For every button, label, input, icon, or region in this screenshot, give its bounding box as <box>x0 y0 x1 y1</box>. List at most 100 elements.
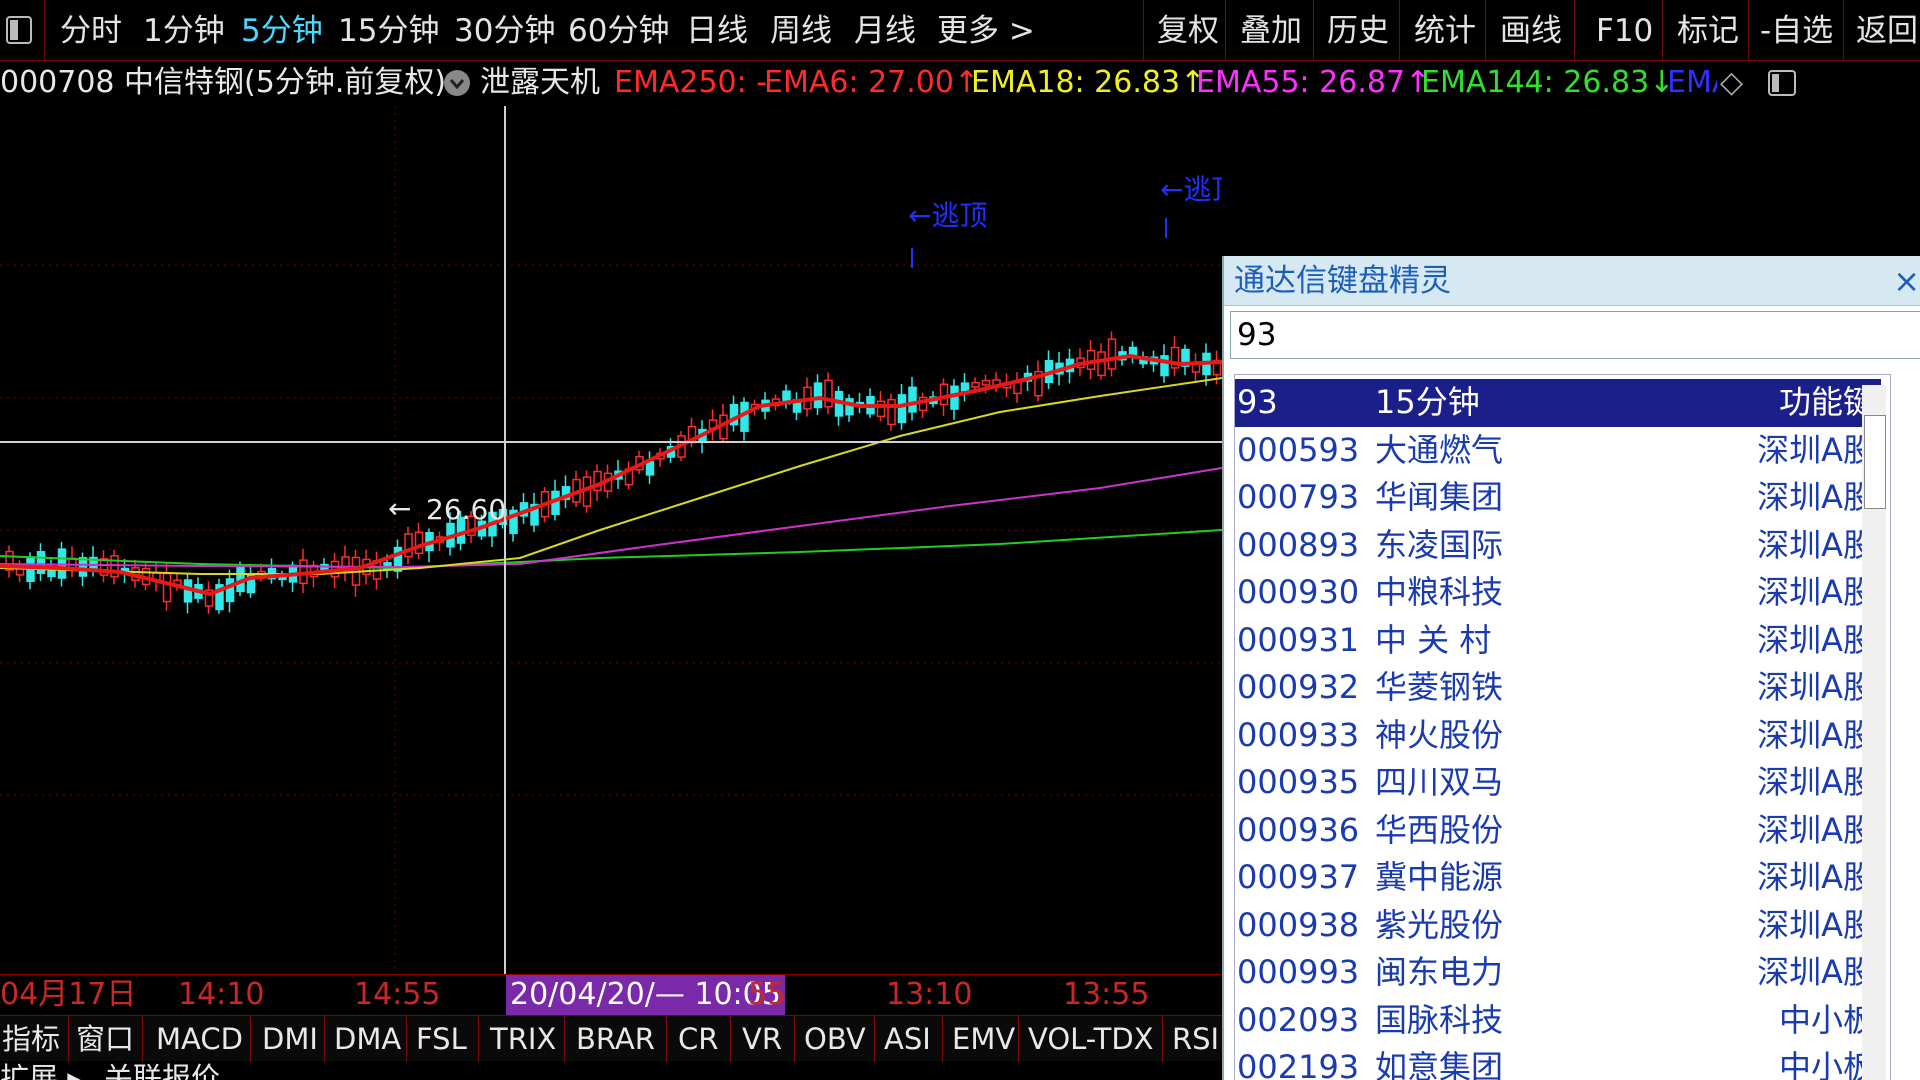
tab-cr[interactable]: CR <box>678 1016 718 1062</box>
close-icon[interactable]: × <box>1893 256 1920 306</box>
result-name: 四川双马 <box>1375 763 1504 801</box>
f10-button[interactable]: F10 <box>1596 0 1653 61</box>
result-name: 华菱钢铁 <box>1375 668 1504 706</box>
result-row[interactable]: 000936 华西股份 深圳A股 <box>1235 807 1881 855</box>
tab-macd[interactable]: MACD <box>156 1016 243 1062</box>
tab-dma[interactable]: DMA <box>334 1016 401 1062</box>
candle-body-84 <box>887 398 896 426</box>
candle-body-22 <box>236 565 245 593</box>
tab-brar[interactable]: BRAR <box>576 1016 655 1062</box>
result-code: 000937 <box>1237 858 1360 896</box>
layout-toggle-icon[interactable] <box>4 0 34 61</box>
low-price-arrow: ← <box>388 492 411 525</box>
tab-indicator[interactable]: 指标 <box>2 1016 60 1062</box>
candle-body-92 <box>971 382 980 388</box>
result-row[interactable]: 000932 华菱钢铁 深圳A股 <box>1235 664 1881 712</box>
tab-vol-tdx[interactable]: VOL-TDX <box>1028 1016 1154 1062</box>
result-type: 中小板 <box>1778 1048 1875 1080</box>
result-code: 000793 <box>1237 478 1360 516</box>
kline-svg[interactable]: ~ 28.41 ← 26.60 ←逃顶 ←逃顶 <box>0 106 1809 974</box>
tab-period-7[interactable]: 周线 <box>770 0 832 61</box>
crosshair-time-label: 20/04/20/— 10:05 <box>506 975 785 1015</box>
result-name: 紫光股份 <box>1375 905 1504 944</box>
tab-period-5[interactable]: 60分钟 <box>568 0 669 61</box>
result-row[interactable]: 000937 冀中能源 深圳A股 <box>1235 854 1881 902</box>
tab-period-4[interactable]: 30分钟 <box>454 0 555 61</box>
result-row[interactable]: 000931 中 关 村 深圳A股 <box>1235 617 1881 665</box>
back-button[interactable]: 返回 <box>1856 0 1918 61</box>
result-row[interactable]: 000593 大通燃气 深圳A股 <box>1235 427 1881 475</box>
diamond-icon[interactable]: ◇ <box>1720 62 1743 104</box>
top-escape-annotation-2: ←逃顶 <box>1160 173 1222 206</box>
favorites-button[interactable]: -自选 <box>1760 0 1833 61</box>
result-name: 15分钟 <box>1375 383 1480 421</box>
result-row[interactable]: 000930 中粮科技 深圳A股 <box>1235 569 1881 617</box>
tab-trix[interactable]: TRIX <box>490 1016 556 1062</box>
more-periods-button[interactable]: 更多 > <box>937 0 1035 61</box>
overlay-button[interactable]: 叠加 <box>1240 0 1302 61</box>
scrollbar-thumb[interactable] <box>1864 415 1886 509</box>
tab-window[interactable]: 窗口 <box>76 1016 134 1062</box>
tab-dmi[interactable]: DMI <box>262 1016 318 1062</box>
candle-body-80 <box>845 398 854 416</box>
result-name: 华闻集团 <box>1375 478 1504 516</box>
candle-body-78 <box>824 379 833 408</box>
result-row[interactable]: 000893 东凌国际 深圳A股 <box>1235 522 1881 570</box>
candle-body-15 <box>162 572 172 603</box>
axis-label-1: 14:10 <box>178 977 265 1012</box>
candle-body-77 <box>813 382 823 409</box>
tab-period-8[interactable]: 月线 <box>854 0 916 61</box>
bottom-bar: 扩展 ▸ 关联报价 <box>0 1061 1222 1080</box>
kline-chart[interactable]: ~ 28.41 ← 26.60 ←逃顶 ←逃顶 <box>0 106 1809 974</box>
result-row[interactable]: 000793 华闻集团 深圳A股 <box>1235 474 1881 522</box>
low-price-label: 26.60 <box>426 493 506 526</box>
tab-period-6[interactable]: 日线 <box>686 0 748 61</box>
result-row-selected[interactable]: 93 15分钟 功能键 <box>1235 379 1881 427</box>
tab-period-1[interactable]: 1分钟 <box>143 0 225 61</box>
ema144-value: EMA144: 26.83↓ <box>1421 65 1675 100</box>
tab-obv[interactable]: OBV <box>804 1016 866 1062</box>
statistics-button[interactable]: 统计 <box>1414 0 1476 61</box>
result-name: 国脉科技 <box>1375 1000 1504 1039</box>
result-row[interactable]: 000933 神火股份 深圳A股 <box>1235 712 1881 760</box>
result-row[interactable]: 000993 闽东电力 深圳A股 <box>1235 949 1881 997</box>
candle-body-86 <box>908 386 917 413</box>
result-type: 深圳A股 <box>1757 810 1875 849</box>
related-quotes-button[interactable]: 关联报价 <box>104 1061 220 1080</box>
result-type: 功能键 <box>1778 383 1875 421</box>
mark-button[interactable]: 标记 <box>1677 0 1739 61</box>
result-row[interactable]: 000935 四川双马 深圳A股 <box>1235 759 1881 807</box>
indicator-name[interactable]: 泄露天机 <box>480 62 600 104</box>
search-input[interactable] <box>1230 311 1920 359</box>
tab-asi[interactable]: ASI <box>884 1016 931 1062</box>
restore-rights-button[interactable]: 复权 <box>1157 0 1219 61</box>
result-code: 000993 <box>1237 953 1360 991</box>
result-row[interactable]: 002193 如意集团 中小板 <box>1235 1044 1881 1080</box>
tab-emv[interactable]: EMV <box>952 1016 1015 1062</box>
result-name: 东凌国际 <box>1375 525 1504 564</box>
result-code: 000931 <box>1237 620 1360 659</box>
tab-fsl[interactable]: FSL <box>416 1016 467 1062</box>
dialog-titlebar[interactable]: 通达信键盘精灵 × <box>1224 256 1920 306</box>
tab-rsi[interactable]: RSI <box>1172 1016 1219 1062</box>
ema-more-value: EMA <box>1667 65 1717 100</box>
draw-line-button[interactable]: 画线 <box>1500 0 1562 61</box>
result-row[interactable]: 000938 紫光股份 深圳A股 <box>1235 902 1881 950</box>
results-list: 93 15分钟 功能键 000593 大通燃气 深圳A股 000793 华闻集团 深圳A股 000… <box>1234 374 1891 1080</box>
scrollbar[interactable] <box>1862 385 1886 1080</box>
result-code: 000933 <box>1237 715 1360 754</box>
result-type: 深圳A股 <box>1757 525 1875 564</box>
expand-button[interactable]: 扩展 ▸ <box>0 1061 82 1080</box>
tab-period-0[interactable]: 分时 <box>60 0 122 61</box>
candle-body-104 <box>1097 351 1106 377</box>
result-type: 深圳A股 <box>1757 953 1875 991</box>
result-code: 000932 <box>1237 668 1360 706</box>
candle-body-91 <box>960 382 970 392</box>
tab-vr[interactable]: VR <box>742 1016 782 1062</box>
result-type: 深圳A股 <box>1757 668 1875 706</box>
history-button[interactable]: 历史 <box>1327 0 1389 61</box>
result-row[interactable]: 002093 国脉科技 中小板 <box>1235 997 1881 1045</box>
panel-toggle-icon[interactable] <box>1767 68 1797 110</box>
tab-period-2[interactable]: 5分钟 <box>241 0 323 61</box>
tab-period-3[interactable]: 15分钟 <box>338 0 439 61</box>
